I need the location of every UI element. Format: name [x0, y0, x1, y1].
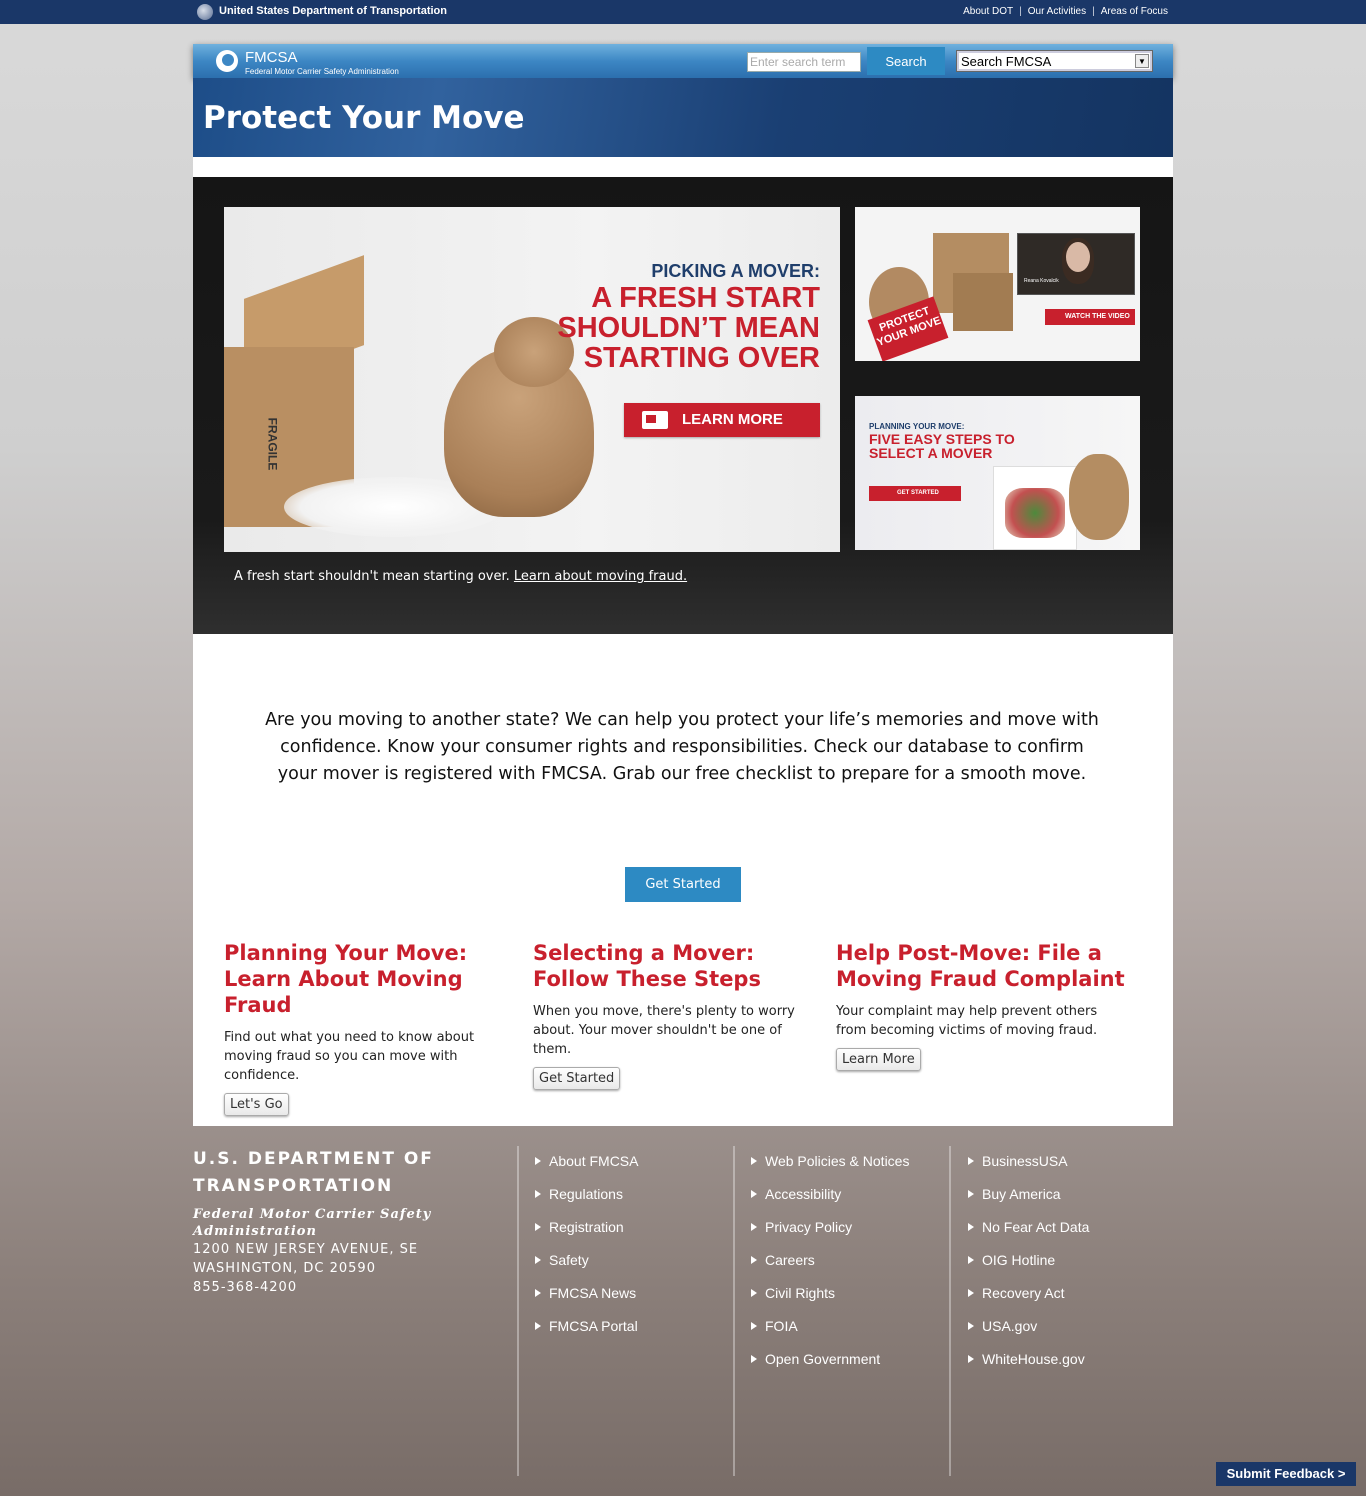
title-banner: Protect Your Move [193, 78, 1173, 157]
search-button[interactable]: Search [867, 47, 945, 75]
intro-text: Are you moving to another state? We can … [265, 710, 1099, 784]
footer-link[interactable]: Careers [751, 1249, 909, 1282]
footer-agency-name: Federal Motor Carrier Safety Administrat… [193, 1207, 432, 1239]
search-scope-select[interactable]: Search FMCSA ▼ [956, 50, 1153, 72]
footer-link[interactable]: About FMCSA [535, 1150, 638, 1183]
top-links: About DOT | Our Activities | Areas of Focus [963, 6, 1168, 17]
lets-go-button[interactable]: Let's Go [224, 1093, 289, 1116]
footer-link[interactable]: Civil Rights [751, 1282, 909, 1315]
fmcsa-brand[interactable]: FMCSA [245, 49, 298, 66]
footer-link[interactable]: FOIA [751, 1315, 909, 1348]
learn-more-button[interactable]: Learn More [836, 1048, 921, 1071]
column-title[interactable]: Planning Your Move: Learn About Moving F… [224, 940, 514, 1018]
column-selecting: Selecting a Mover: Follow These Steps Wh… [533, 940, 813, 1090]
footer-link[interactable]: Buy America [968, 1183, 1089, 1216]
footer-address-line1: 1200 NEW JERSEY AVENUE, SE [193, 1242, 419, 1257]
person-face-graphic [1066, 242, 1090, 272]
dot-title[interactable]: United States Department of Transportati… [219, 5, 447, 17]
footer-link[interactable]: Privacy Policy [751, 1216, 909, 1249]
hero-main-slide[interactable]: FRAGILE PICKING A MOVER: A FRESH START S… [224, 207, 840, 552]
spacer [193, 157, 1173, 177]
column-planning: Planning Your Move: Learn About Moving F… [224, 940, 514, 1116]
fmcsa-brand-subtitle: Federal Motor Carrier Safety Administrat… [245, 67, 399, 76]
footer-link[interactable]: OIG Hotline [968, 1249, 1089, 1282]
footer-links-agency: About FMCSA Regulations Registration Saf… [535, 1150, 638, 1348]
footer-link[interactable]: Web Policies & Notices [751, 1150, 909, 1183]
fragile-label: FRAGILE [265, 417, 280, 471]
search-scope-value: Search FMCSA [961, 54, 1052, 69]
fmcsa-logo-icon[interactable] [216, 50, 238, 72]
chevron-down-icon[interactable]: ▼ [1135, 54, 1149, 68]
get-started-button[interactable]: Get Started [625, 867, 741, 902]
fmcsa-header: FMCSA Federal Motor Carrier Safety Admin… [193, 44, 1173, 78]
footer-link[interactable]: WhiteHouse.gov [968, 1348, 1089, 1381]
page-title: Protect Your Move [203, 100, 525, 136]
footer-links-government: BusinessUSA Buy America No Fear Act Data… [968, 1150, 1089, 1381]
footer-link[interactable]: Open Government [751, 1348, 909, 1381]
separator: | [1019, 6, 1022, 17]
submit-feedback-button[interactable]: Submit Feedback > [1216, 1462, 1356, 1486]
dot-logo-icon[interactable] [197, 4, 213, 20]
hero-main-headline: A FRESH START SHOULDN’T MEAN STARTING OV… [557, 282, 820, 374]
footer-divider [949, 1146, 951, 1476]
truck-icon [642, 411, 668, 429]
column-title[interactable]: Selecting a Mover: Follow These Steps [533, 940, 813, 992]
hero-side-slide-video[interactable]: PROTECT YOUR MOVE Reana Kovalcik WATCH T… [855, 207, 1140, 361]
hero-carousel: FRAGILE PICKING A MOVER: A FRESH START S… [193, 177, 1173, 634]
column-complaint: Help Post-Move: File a Moving Fraud Comp… [836, 940, 1126, 1071]
side2-get-started-button[interactable]: GET STARTED [869, 486, 961, 501]
hero-main-kicker: PICKING A MOVER: [651, 261, 820, 281]
footer-divider [517, 1146, 519, 1476]
footer-phone: 855-368-4200 [193, 1280, 298, 1295]
footer-link[interactable]: USA.gov [968, 1315, 1089, 1348]
footer-link[interactable]: Recovery Act [968, 1282, 1089, 1315]
video-person-name: Reana Kovalcik [1024, 278, 1059, 284]
separator: | [1092, 6, 1095, 17]
footer-link[interactable]: Registration [535, 1216, 638, 1249]
footer-link[interactable]: Regulations [535, 1183, 638, 1216]
dot-top-bar: United States Department of Transportati… [0, 0, 1366, 24]
search-input[interactable] [747, 52, 861, 72]
side2-headline: FIVE EASY STEPS TO SELECT A MOVER [869, 431, 1015, 461]
column-get-started-button[interactable]: Get Started [533, 1067, 621, 1090]
top-link-our-activities[interactable]: Our Activities [1028, 6, 1086, 17]
watch-video-button[interactable]: WATCH THE VIDEO [1045, 309, 1135, 325]
footer-link[interactable]: FMCSA Portal [535, 1315, 638, 1348]
side2-kicker: PLANNING YOUR MOVE: [869, 422, 965, 431]
top-link-about-dot[interactable]: About DOT [963, 6, 1013, 17]
footer-divider [733, 1146, 735, 1476]
column-text: Find out what you need to know about mov… [224, 1030, 475, 1083]
hero-learn-more-label: LEARN MORE [682, 411, 783, 428]
footer-link[interactable]: BusinessUSA [968, 1150, 1089, 1183]
moving-fraud-link[interactable]: Learn about moving fraud. [514, 569, 687, 584]
video-thumbnail[interactable]: Reana Kovalcik [1017, 233, 1135, 295]
teddy-bear-graphic [1069, 454, 1129, 540]
column-title[interactable]: Help Post-Move: File a Moving Fraud Comp… [836, 940, 1126, 992]
column-text: When you move, there's plenty to worry a… [533, 1004, 795, 1057]
footer-dept-name: U.S. DEPARTMENT OF TRANSPORTATION [193, 1149, 434, 1196]
footer-link[interactable]: Safety [535, 1249, 638, 1282]
footer-link[interactable]: No Fear Act Data [968, 1216, 1089, 1249]
toys-graphic [1005, 488, 1065, 538]
footer-link[interactable]: FMCSA News [535, 1282, 638, 1315]
footer-address-line2: WASHINGTON, DC 20590 [193, 1261, 376, 1276]
footer-org-info: U.S. DEPARTMENT OF TRANSPORTATION Federa… [193, 1146, 493, 1297]
footer-links-policies: Web Policies & Notices Accessibility Pri… [751, 1150, 909, 1381]
hero-caption-text: A fresh start shouldn't mean starting ov… [234, 569, 510, 584]
column-text: Your complaint may help prevent others f… [836, 1004, 1098, 1038]
hero-learn-more-button[interactable]: LEARN MORE [624, 403, 820, 437]
footer-link[interactable]: Accessibility [751, 1183, 909, 1216]
hero-caption: A fresh start shouldn't mean starting ov… [234, 569, 687, 584]
main-content: Are you moving to another state? We can … [193, 634, 1173, 1126]
top-link-areas-of-focus[interactable]: Areas of Focus [1101, 6, 1168, 17]
moving-box-graphic [953, 273, 1013, 331]
hero-side-slide-steps[interactable]: PLANNING YOUR MOVE: FIVE EASY STEPS TO S… [855, 396, 1140, 550]
